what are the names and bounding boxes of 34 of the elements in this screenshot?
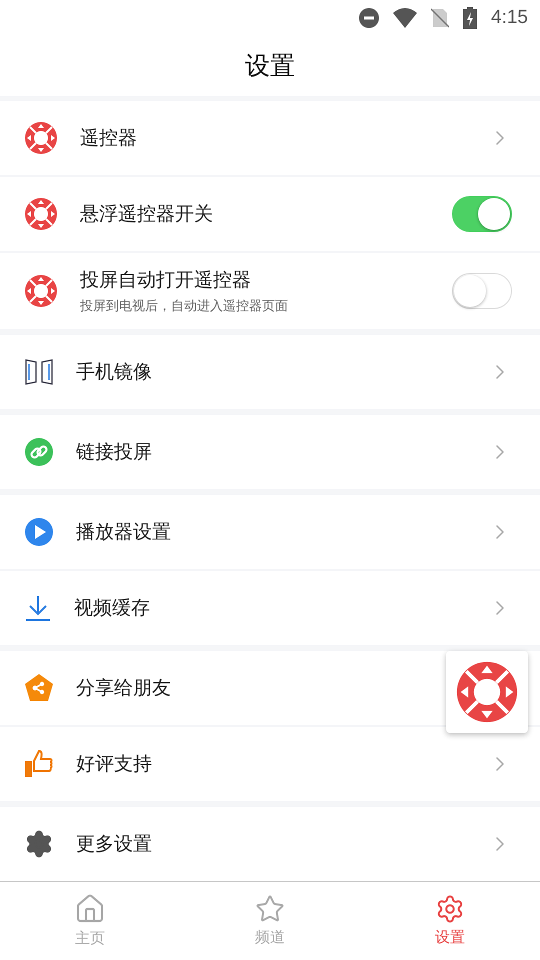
setting-description: 投屏到电视后，自动进入遥控器页面 (80, 298, 288, 315)
settings-icon (435, 894, 465, 924)
setting-label[interactable]: 播放器设置 (76, 518, 171, 545)
toggle-switch[interactable] (452, 196, 512, 232)
page-title: 设置 (245, 50, 295, 82)
mirror-icon (24, 358, 54, 386)
battery-icon (463, 7, 478, 30)
tab[interactable]: 设置 (360, 882, 540, 960)
download-icon (24, 594, 52, 622)
remote-icon (24, 120, 58, 155)
setting-label[interactable]: 更多设置 (76, 830, 152, 857)
play-icon (24, 516, 54, 547)
no-sim-icon (431, 8, 450, 28)
floating-remote-button[interactable] (446, 651, 528, 733)
setting-label[interactable]: 视频缓存 (74, 594, 150, 621)
wifi-icon (393, 8, 418, 28)
gear-icon (24, 828, 54, 859)
do-not-disturb-icon (359, 8, 380, 28)
setting-label[interactable]: 遥控器 (80, 124, 137, 151)
remote-icon (24, 274, 58, 308)
setting-label[interactable]: 好评支持 (76, 750, 152, 777)
remote-icon (24, 196, 58, 231)
link-icon (24, 436, 54, 467)
star-icon (255, 894, 285, 924)
setting-label[interactable]: 投屏自动打开遥控器 (80, 266, 251, 293)
setting-label[interactable]: 手机镜像 (76, 358, 152, 385)
toggle-switch[interactable] (452, 272, 512, 309)
remote-icon (455, 660, 519, 724)
thumbs-up-icon (24, 748, 54, 779)
setting-label[interactable]: 分享给朋友 (76, 674, 171, 701)
status-time: 4:15 (491, 7, 528, 30)
setting-label[interactable]: 悬浮遥控器开关 (80, 200, 213, 227)
setting-label[interactable]: 链接投屏 (76, 438, 152, 465)
share-icon (24, 672, 54, 703)
